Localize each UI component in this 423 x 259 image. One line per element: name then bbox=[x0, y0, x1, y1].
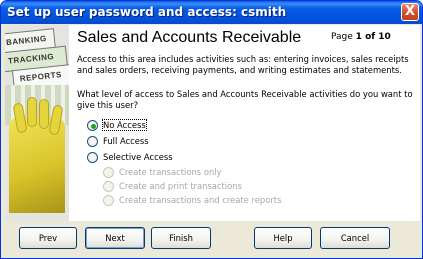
radio-label: Full Access bbox=[103, 136, 149, 146]
radio-dot bbox=[91, 124, 96, 129]
finger-shape bbox=[27, 97, 37, 127]
radio-selected-icon[interactable] bbox=[87, 120, 98, 131]
cancel-button[interactable]: Cancel bbox=[320, 227, 390, 249]
radio-label: Selective Access bbox=[103, 152, 173, 162]
radio-label: No Access bbox=[102, 119, 147, 131]
dialog-window: Set up user password and access: csmith … bbox=[0, 0, 423, 259]
radio-label: Create transactions only bbox=[119, 167, 222, 177]
radio-unselected-icon[interactable] bbox=[87, 136, 98, 147]
radio-unselected-icon[interactable] bbox=[87, 152, 98, 163]
page-indicator-prefix: Page bbox=[331, 32, 353, 42]
button-row: Prev Next Finish Help Cancel bbox=[1, 227, 422, 257]
prev-button[interactable]: Prev bbox=[19, 227, 77, 249]
page-indicator-number: 1 of 10 bbox=[355, 32, 391, 42]
page-indicator: Page 1 of 10 bbox=[331, 32, 391, 42]
illustration-sign-label: BANKING bbox=[5, 33, 48, 48]
close-button[interactable]: X bbox=[401, 3, 419, 21]
radio-label: Create and print transactions bbox=[119, 181, 242, 191]
radio-disabled-icon bbox=[103, 181, 114, 192]
content-panel: BANKING TRACKING REPORTS Sales and Accou… bbox=[5, 25, 420, 221]
radio-label: Create transactions and create reports bbox=[119, 195, 282, 205]
section-description: Access to this area includes activities … bbox=[77, 54, 409, 75]
window-title: Set up user password and access: csmith bbox=[7, 5, 287, 19]
radio-disabled-icon bbox=[103, 167, 114, 178]
finger-shape bbox=[39, 99, 49, 129]
help-button[interactable]: Help bbox=[254, 227, 312, 249]
next-button[interactable]: Next bbox=[85, 227, 145, 249]
page-title: Sales and Accounts Receivable bbox=[77, 29, 302, 46]
access-question: What level of access to Sales and Accoun… bbox=[77, 89, 413, 110]
radio-disabled-icon bbox=[103, 195, 114, 206]
illustration-sign-label: TRACKING bbox=[7, 51, 55, 66]
finish-button[interactable]: Finish bbox=[151, 227, 211, 249]
title-bar[interactable]: Set up user password and access: csmith … bbox=[1, 1, 422, 24]
illustration-sign-label: REPORTS bbox=[19, 70, 63, 84]
wizard-illustration: BANKING TRACKING REPORTS bbox=[5, 25, 69, 221]
